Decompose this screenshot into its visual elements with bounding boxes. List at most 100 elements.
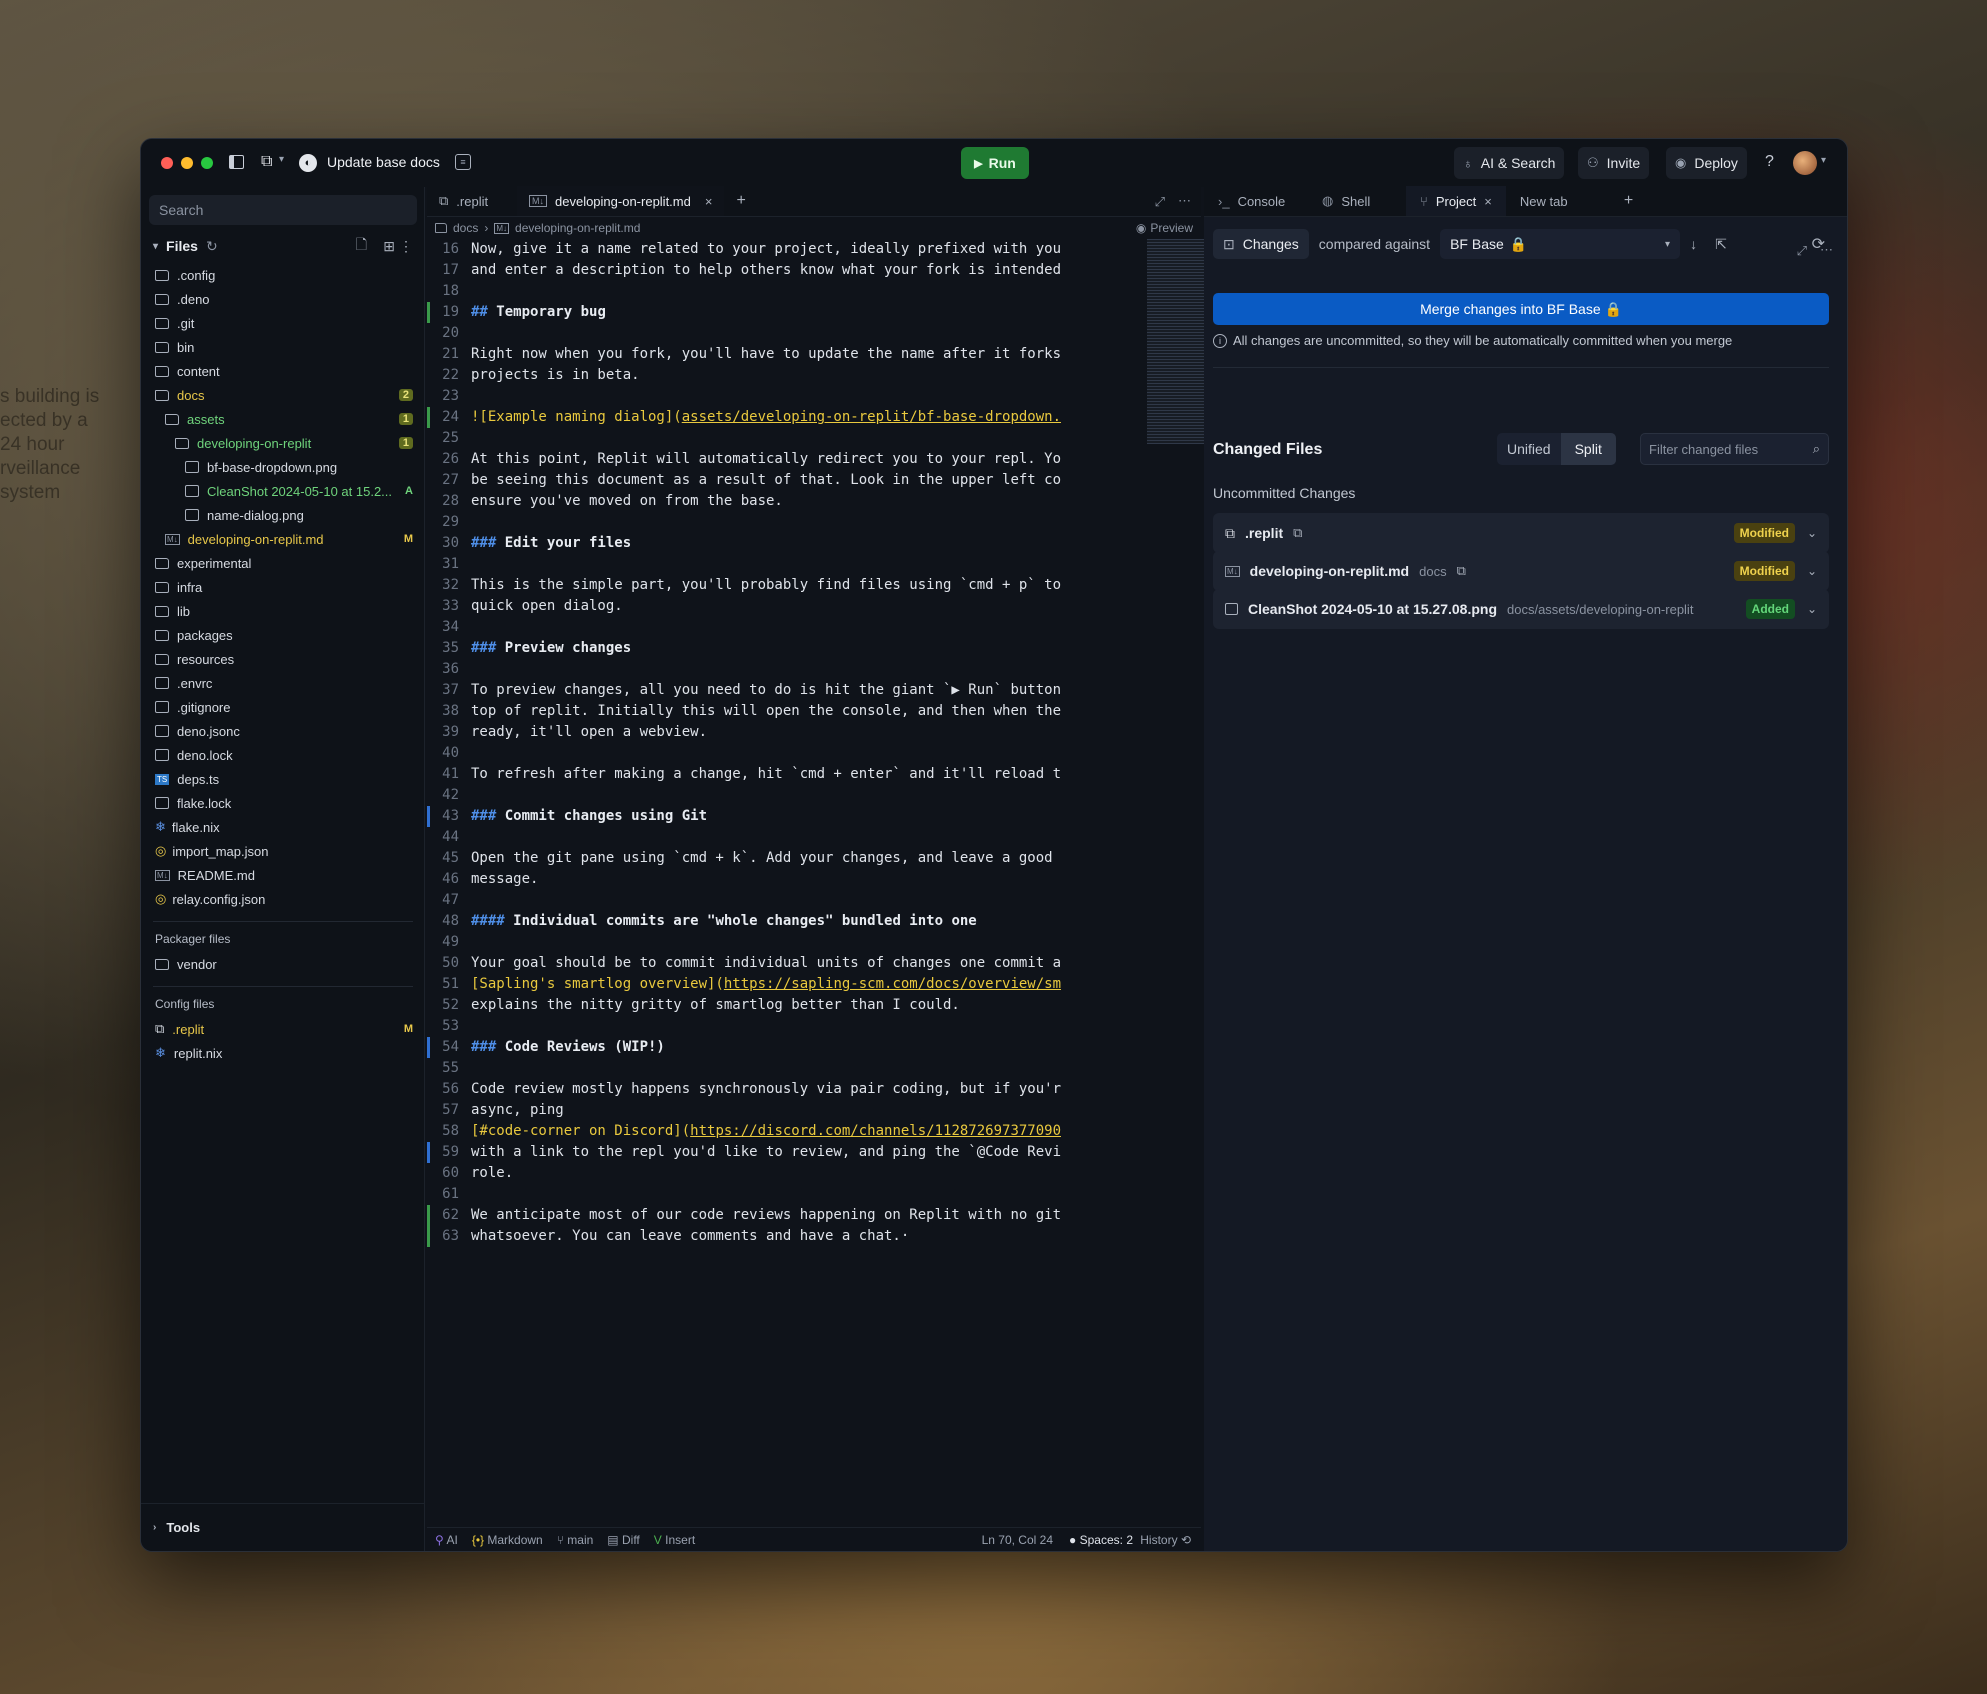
copy-icon[interactable]: ⧉ bbox=[1293, 525, 1302, 541]
zoom-window-button[interactable] bbox=[201, 157, 213, 169]
tab-shell[interactable]: ◍ Shell bbox=[1308, 186, 1406, 216]
code-line[interactable]: 38 top of replit. Initially this will ope… bbox=[427, 701, 1147, 722]
code-line[interactable]: 48 #### Individual commits are "whole cha… bbox=[427, 911, 1147, 932]
tree-item[interactable]: docs 2 bbox=[141, 383, 425, 407]
spaces-status[interactable]: ● Spaces: 2 bbox=[1069, 1533, 1133, 1547]
code-line[interactable]: 37 To preview changes, all you need to do… bbox=[427, 680, 1147, 701]
code-line[interactable]: 42 bbox=[427, 785, 1147, 806]
code-line[interactable]: 50 Your goal should be to commit individu… bbox=[427, 953, 1147, 974]
user-avatar[interactable] bbox=[1793, 151, 1817, 175]
tree-item[interactable]: .deno bbox=[141, 287, 425, 311]
code-line[interactable]: 64 bbox=[427, 1247, 1147, 1249]
code-line[interactable]: 49 bbox=[427, 932, 1147, 953]
code-line[interactable]: 26 At this point, Replit will automatical… bbox=[427, 449, 1147, 470]
code-line[interactable]: 63 whatsoever. You can leave comments and… bbox=[427, 1226, 1147, 1247]
code-line[interactable]: 51 [Sapling's smartlog overview](https://… bbox=[427, 974, 1147, 995]
tree-item[interactable]: assets 1 bbox=[141, 407, 425, 431]
code-line[interactable]: 40 bbox=[427, 743, 1147, 764]
tree-item[interactable]: M↓ developing-on-replit.md M bbox=[141, 527, 425, 551]
code-line[interactable]: 59 with a link to the repl you'd like to … bbox=[427, 1142, 1147, 1163]
new-tab-button[interactable]: + bbox=[724, 186, 757, 216]
tools-section[interactable]: › Tools bbox=[141, 1503, 425, 1551]
tab-developing-on-replit[interactable]: M↓ developing-on-replit.md × bbox=[517, 186, 725, 216]
more-options-icon[interactable]: ⋮ bbox=[399, 238, 413, 255]
code-line[interactable]: 34 bbox=[427, 617, 1147, 638]
repl-title[interactable]: Update base docs bbox=[327, 154, 440, 170]
tree-item[interactable]: .envrc bbox=[141, 671, 425, 695]
changed-file-row[interactable]: M↓ developing-on-replit.md docs ⧉ Modified ⌄ bbox=[1213, 551, 1829, 591]
tree-item[interactable]: TS deps.ts bbox=[141, 767, 425, 791]
tree-item[interactable]: content bbox=[141, 359, 425, 383]
code-line[interactable]: 28 ensure you've moved on from the base. bbox=[427, 491, 1147, 512]
link-url[interactable]: assets/developing-on-replit/bf-base-drop… bbox=[682, 409, 1061, 425]
pull-icon[interactable]: ↓ bbox=[1690, 236, 1697, 252]
code-line[interactable]: 35 ### Preview changes bbox=[427, 638, 1147, 659]
help-button[interactable]: ? bbox=[1765, 153, 1774, 171]
tree-item[interactable]: ❄ replit.nix bbox=[141, 1041, 425, 1065]
code-line[interactable]: 29 bbox=[427, 512, 1147, 533]
minimize-window-button[interactable] bbox=[181, 157, 193, 169]
breadcrumb-file[interactable]: developing-on-replit.md bbox=[515, 221, 640, 235]
code-line[interactable]: 52 explains the nitty gritty of smartlog … bbox=[427, 995, 1147, 1016]
more-options-icon[interactable]: ⋯ bbox=[1178, 193, 1191, 209]
tree-item[interactable]: flake.lock bbox=[141, 791, 425, 815]
language-status[interactable]: {•} Markdown bbox=[472, 1533, 543, 1547]
code-line[interactable]: 22 projects is in beta. bbox=[427, 365, 1147, 386]
split-toggle[interactable]: Split bbox=[1560, 433, 1616, 465]
open-external-icon[interactable]: ⇱ bbox=[1715, 236, 1727, 253]
close-tab-icon[interactable]: × bbox=[705, 194, 713, 209]
code-line[interactable]: 33 quick open dialog. bbox=[427, 596, 1147, 617]
repl-info-icon[interactable]: ≡ bbox=[455, 154, 471, 170]
tree-item[interactable]: packages bbox=[141, 623, 425, 647]
deploy-button[interactable]: ◉ Deploy bbox=[1666, 147, 1747, 179]
tree-item[interactable]: lib bbox=[141, 599, 425, 623]
tab-new[interactable]: New tab bbox=[1506, 186, 1610, 216]
tree-item[interactable]: name-dialog.png bbox=[141, 503, 425, 527]
copy-icon[interactable]: ⧉ bbox=[1457, 563, 1466, 579]
search-input[interactable]: Search bbox=[149, 195, 417, 225]
code-line[interactable]: 54 ### Code Reviews (WIP!) bbox=[427, 1037, 1147, 1058]
code-line[interactable]: 30 ### Edit your files bbox=[427, 533, 1147, 554]
code-line[interactable]: 23 bbox=[427, 386, 1147, 407]
code-line[interactable]: 46 message. bbox=[427, 869, 1147, 890]
sidebar-toggle-icon[interactable] bbox=[229, 155, 244, 169]
tree-item[interactable]: .config bbox=[141, 263, 425, 287]
branch-status[interactable]: ⑂ main bbox=[557, 1533, 594, 1547]
tree-item[interactable]: vendor bbox=[141, 952, 425, 976]
tree-item[interactable]: bin bbox=[141, 335, 425, 359]
code-line[interactable]: 19 ## Temporary bug bbox=[427, 302, 1147, 323]
run-button[interactable]: ▶ Run bbox=[961, 147, 1029, 179]
code-line[interactable]: 58 [#code-corner on Discord](https://disc… bbox=[427, 1121, 1147, 1142]
unified-toggle[interactable]: Unified bbox=[1497, 433, 1561, 465]
code-line[interactable]: 25 bbox=[427, 428, 1147, 449]
code-line[interactable]: 62 We anticipate most of our code reviews… bbox=[427, 1205, 1147, 1226]
chevron-down-icon[interactable]: ▾ bbox=[153, 241, 158, 252]
new-folder-icon[interactable]: ⊞ bbox=[383, 238, 395, 255]
changes-button[interactable]: ⊡ Changes bbox=[1213, 229, 1309, 259]
base-select[interactable]: BF Base 🔒 ▾ bbox=[1440, 229, 1681, 259]
ai-search-button[interactable]: ♁ AI & Search bbox=[1454, 147, 1565, 179]
link-url[interactable]: https://sapling-scm.com/docs/overview/sm bbox=[724, 976, 1061, 992]
preview-button[interactable]: ◉ Preview bbox=[1136, 221, 1193, 235]
tab-project[interactable]: ⑂ Project × bbox=[1406, 186, 1506, 216]
code-line[interactable]: 39 ready, it'll open a webview. bbox=[427, 722, 1147, 743]
code-line[interactable]: 41 To refresh after making a change, hit … bbox=[427, 764, 1147, 785]
tree-item[interactable]: .gitignore bbox=[141, 695, 425, 719]
code-line[interactable]: 20 bbox=[427, 323, 1147, 344]
breadcrumb-docs[interactable]: docs bbox=[453, 221, 478, 235]
code-line[interactable]: 56 Code review mostly happens synchronous… bbox=[427, 1079, 1147, 1100]
tree-item[interactable]: infra bbox=[141, 575, 425, 599]
tree-item[interactable]: ◎ import_map.json bbox=[141, 839, 425, 863]
code-line[interactable]: 60 role. bbox=[427, 1163, 1147, 1184]
tree-item[interactable]: M↓ README.md bbox=[141, 863, 425, 887]
code-line[interactable]: 61 bbox=[427, 1184, 1147, 1205]
history-status[interactable]: History ⟲ bbox=[1140, 1533, 1191, 1547]
refresh-icon[interactable]: ⟳ bbox=[1812, 234, 1825, 254]
changed-file-row[interactable]: ⧉ .replit ⧉ Modified ⌄ bbox=[1213, 513, 1829, 553]
tree-item[interactable]: .git bbox=[141, 311, 425, 335]
tree-item[interactable]: developing-on-replit 1 bbox=[141, 431, 425, 455]
chevron-down-icon[interactable]: ⌄ bbox=[1807, 564, 1817, 578]
code-line[interactable]: 32 This is the simple part, you'll probab… bbox=[427, 575, 1147, 596]
chevron-down-icon[interactable]: ⌄ bbox=[1807, 602, 1817, 616]
tree-item[interactable]: bf-base-dropdown.png bbox=[141, 455, 425, 479]
